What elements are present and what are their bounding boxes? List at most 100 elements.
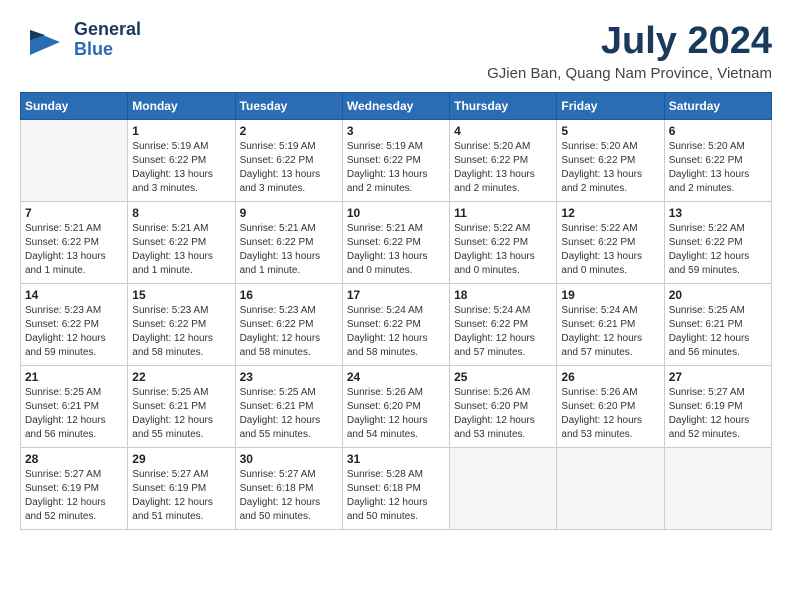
day-number: 28 xyxy=(25,452,123,466)
day-info: Sunrise: 5:22 AMSunset: 6:22 PMDaylight:… xyxy=(454,222,552,278)
day-number: 21 xyxy=(25,370,123,384)
day-info: Sunrise: 5:20 AMSunset: 6:22 PMDaylight:… xyxy=(669,140,767,196)
day-info: Sunrise: 5:25 AMSunset: 6:21 PMDaylight:… xyxy=(25,386,123,442)
calendar-table: SundayMondayTuesdayWednesdayThursdayFrid… xyxy=(20,92,772,530)
calendar-cell: 4 Sunrise: 5:20 AMSunset: 6:22 PMDaylight… xyxy=(450,120,557,202)
calendar-cell: 17 Sunrise: 5:24 AMSunset: 6:22 PMDayligh… xyxy=(342,284,449,366)
calendar-week-row: 28 Sunrise: 5:27 AMSunset: 6:19 PMDayligh… xyxy=(21,448,772,530)
day-info: Sunrise: 5:20 AMSunset: 6:22 PMDaylight:… xyxy=(454,140,552,196)
calendar-cell: 13Sunrise: 5:22 AMSunset: 6:22 PMDayligh… xyxy=(664,202,771,284)
day-info: Sunrise: 5:28 AMSunset: 6:18 PMDaylight:… xyxy=(347,468,445,524)
day-number: 26 xyxy=(561,370,659,384)
calendar-cell: 23Sunrise: 5:25 AMSunset: 6:21 PMDayligh… xyxy=(235,366,342,448)
day-number: 29 xyxy=(132,452,230,466)
calendar-header-monday: Monday xyxy=(128,93,235,120)
calendar-cell: 20 Sunrise: 5:25 AMSunset: 6:21 PMDayligh… xyxy=(664,284,771,366)
calendar-cell: 27 Sunrise: 5:27 AMSunset: 6:19 PMDayligh… xyxy=(664,366,771,448)
logo-text: General Blue xyxy=(74,20,141,60)
calendar-header-wednesday: Wednesday xyxy=(342,93,449,120)
day-number: 20 xyxy=(669,288,767,302)
day-info: Sunrise: 5:26 AMSunset: 6:20 PMDaylight:… xyxy=(454,386,552,442)
day-info: Sunrise: 5:22 AMSunset: 6:22 PMDaylight:… xyxy=(561,222,659,278)
logo: General Blue xyxy=(20,20,141,60)
day-info: Sunrise: 5:21 AMSunset: 6:22 PMDaylight:… xyxy=(347,222,445,278)
calendar-header-row: SundayMondayTuesdayWednesdayThursdayFrid… xyxy=(21,93,772,120)
day-info: Sunrise: 5:21 AMSunset: 6:22 PMDaylight:… xyxy=(25,222,123,278)
day-number: 24 xyxy=(347,370,445,384)
day-number: 19 xyxy=(561,288,659,302)
day-number: 10 xyxy=(347,206,445,220)
calendar-cell: 31 Sunrise: 5:28 AMSunset: 6:18 PMDayligh… xyxy=(342,448,449,530)
day-number: 3 xyxy=(347,124,445,138)
day-info: Sunrise: 5:24 AMSunset: 6:21 PMDaylight:… xyxy=(561,304,659,360)
day-number: 1 xyxy=(132,124,230,138)
day-info: Sunrise: 5:25 AMSunset: 6:21 PMDaylight:… xyxy=(240,386,338,442)
calendar-header-saturday: Saturday xyxy=(664,93,771,120)
day-info: Sunrise: 5:25 AMSunset: 6:21 PMDaylight:… xyxy=(669,304,767,360)
calendar-cell: 24Sunrise: 5:26 AMSunset: 6:20 PMDayligh… xyxy=(342,366,449,448)
calendar-cell: 3 Sunrise: 5:19 AMSunset: 6:22 PMDaylight… xyxy=(342,120,449,202)
day-number: 27 xyxy=(669,370,767,384)
day-number: 17 xyxy=(347,288,445,302)
calendar-cell: 22Sunrise: 5:25 AMSunset: 6:21 PMDayligh… xyxy=(128,366,235,448)
calendar-cell xyxy=(557,448,664,530)
day-number: 8 xyxy=(132,206,230,220)
calendar-cell xyxy=(21,120,128,202)
day-number: 12 xyxy=(561,206,659,220)
day-info: Sunrise: 5:23 AMSunset: 6:22 PMDaylight:… xyxy=(240,304,338,360)
day-info: Sunrise: 5:23 AMSunset: 6:22 PMDaylight:… xyxy=(25,304,123,360)
day-info: Sunrise: 5:23 AMSunset: 6:22 PMDaylight:… xyxy=(132,304,230,360)
calendar-cell: 10 Sunrise: 5:21 AMSunset: 6:22 PMDayligh… xyxy=(342,202,449,284)
calendar-cell xyxy=(450,448,557,530)
day-info: Sunrise: 5:24 AMSunset: 6:22 PMDaylight:… xyxy=(347,304,445,360)
day-number: 30 xyxy=(240,452,338,466)
day-info: Sunrise: 5:26 AMSunset: 6:20 PMDaylight:… xyxy=(561,386,659,442)
location-subtitle: GJien Ban, Quang Nam Province, Vietnam xyxy=(487,65,772,82)
calendar-cell: 21 Sunrise: 5:25 AMSunset: 6:21 PMDayligh… xyxy=(21,366,128,448)
calendar-cell xyxy=(664,448,771,530)
day-number: 15 xyxy=(132,288,230,302)
day-number: 9 xyxy=(240,206,338,220)
calendar-cell: 9 Sunrise: 5:21 AMSunset: 6:22 PMDaylight… xyxy=(235,202,342,284)
logo-icon xyxy=(20,20,70,60)
day-info: Sunrise: 5:19 AMSunset: 6:22 PMDaylight:… xyxy=(132,140,230,196)
month-title: July 2024 xyxy=(487,20,772,63)
calendar-cell: 26 Sunrise: 5:26 AMSunset: 6:20 PMDayligh… xyxy=(557,366,664,448)
calendar-cell: 15 Sunrise: 5:23 AMSunset: 6:22 PMDayligh… xyxy=(128,284,235,366)
calendar-cell: 19 Sunrise: 5:24 AMSunset: 6:21 PMDayligh… xyxy=(557,284,664,366)
calendar-cell: 6Sunrise: 5:20 AMSunset: 6:22 PMDaylight… xyxy=(664,120,771,202)
page-header: General Blue July 2024 GJien Ban, Quang … xyxy=(20,20,772,82)
calendar-header-tuesday: Tuesday xyxy=(235,93,342,120)
day-info: Sunrise: 5:19 AMSunset: 6:22 PMDaylight:… xyxy=(347,140,445,196)
calendar-header-friday: Friday xyxy=(557,93,664,120)
day-info: Sunrise: 5:27 AMSunset: 6:19 PMDaylight:… xyxy=(669,386,767,442)
calendar-cell: 11Sunrise: 5:22 AMSunset: 6:22 PMDayligh… xyxy=(450,202,557,284)
day-number: 18 xyxy=(454,288,552,302)
day-number: 22 xyxy=(132,370,230,384)
calendar-cell: 25Sunrise: 5:26 AMSunset: 6:20 PMDayligh… xyxy=(450,366,557,448)
calendar-cell: 7 Sunrise: 5:21 AMSunset: 6:22 PMDaylight… xyxy=(21,202,128,284)
day-number: 2 xyxy=(240,124,338,138)
calendar-cell: 30 Sunrise: 5:27 AMSunset: 6:18 PMDayligh… xyxy=(235,448,342,530)
calendar-cell: 18Sunrise: 5:24 AMSunset: 6:22 PMDayligh… xyxy=(450,284,557,366)
day-number: 4 xyxy=(454,124,552,138)
day-number: 31 xyxy=(347,452,445,466)
day-number: 7 xyxy=(25,206,123,220)
day-info: Sunrise: 5:21 AMSunset: 6:22 PMDaylight:… xyxy=(132,222,230,278)
calendar-cell: 1 Sunrise: 5:19 AMSunset: 6:22 PMDaylight… xyxy=(128,120,235,202)
calendar-cell: 16Sunrise: 5:23 AMSunset: 6:22 PMDayligh… xyxy=(235,284,342,366)
day-info: Sunrise: 5:27 AMSunset: 6:19 PMDaylight:… xyxy=(132,468,230,524)
calendar-cell: 14 Sunrise: 5:23 AMSunset: 6:22 PMDayligh… xyxy=(21,284,128,366)
day-number: 13 xyxy=(669,206,767,220)
logo-blue-text: Blue xyxy=(74,40,141,60)
calendar-cell: 8 Sunrise: 5:21 AMSunset: 6:22 PMDaylight… xyxy=(128,202,235,284)
day-info: Sunrise: 5:21 AMSunset: 6:22 PMDaylight:… xyxy=(240,222,338,278)
title-area: July 2024 GJien Ban, Quang Nam Province,… xyxy=(487,20,772,82)
calendar-cell: 5Sunrise: 5:20 AMSunset: 6:22 PMDaylight… xyxy=(557,120,664,202)
calendar-cell: 29 Sunrise: 5:27 AMSunset: 6:19 PMDayligh… xyxy=(128,448,235,530)
day-number: 14 xyxy=(25,288,123,302)
day-info: Sunrise: 5:19 AMSunset: 6:22 PMDaylight:… xyxy=(240,140,338,196)
day-info: Sunrise: 5:27 AMSunset: 6:18 PMDaylight:… xyxy=(240,468,338,524)
calendar-week-row: 1 Sunrise: 5:19 AMSunset: 6:22 PMDaylight… xyxy=(21,120,772,202)
calendar-header-sunday: Sunday xyxy=(21,93,128,120)
